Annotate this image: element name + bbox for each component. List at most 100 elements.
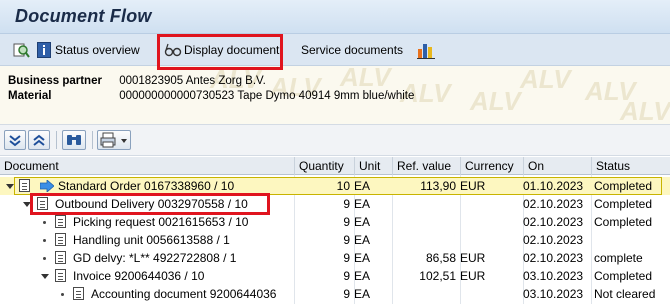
- business-partner-row: Business partner 0001823905 Antes Zorg B…: [8, 75, 266, 87]
- expand-all-icon: [9, 135, 21, 147]
- display-tool-button[interactable]: [12, 40, 30, 60]
- watermark: ALV: [470, 86, 521, 116]
- chart-button[interactable]: [417, 40, 435, 60]
- document-icon: [73, 287, 84, 300]
- find-button[interactable]: [62, 130, 86, 150]
- document-name: Handling unit 0056613588 / 1: [73, 233, 230, 247]
- document-name: Invoice 9200644036 / 10: [73, 269, 205, 283]
- document-name: Standard Order 0167338960 / 10: [58, 179, 235, 193]
- col-ref-value[interactable]: Ref. value: [392, 157, 460, 175]
- quantity: 9: [343, 197, 350, 211]
- currency: EUR: [460, 179, 486, 193]
- document-icon: [37, 197, 48, 210]
- unit: EA: [354, 197, 371, 211]
- status-overview-button[interactable]: Status overview: [37, 40, 140, 60]
- table-row[interactable]: Invoice 9200644036 / 10 9 EA 102,51 EUR …: [0, 267, 670, 285]
- collapse-toggle-icon[interactable]: [41, 274, 49, 279]
- unit: EA: [354, 179, 371, 193]
- col-document[interactable]: Document: [0, 157, 294, 175]
- title-bar: Document Flow: [0, 0, 670, 34]
- col-unit[interactable]: Unit: [354, 157, 392, 175]
- ref-value: 113,90: [420, 179, 456, 193]
- collapse-all-button[interactable]: [28, 130, 50, 150]
- table-row[interactable]: Accounting document 9200644036 9 EA 03.1…: [0, 285, 670, 303]
- unit: EA: [354, 269, 371, 283]
- table-row[interactable]: Outbound Delivery 0032970558 / 10 9 EA 0…: [0, 195, 670, 213]
- table-row[interactable]: GD delvy: *L** 4922722808 / 1 9 EA 86,58…: [0, 249, 670, 267]
- col-currency[interactable]: Currency: [460, 157, 523, 175]
- date: 01.10.2023: [523, 179, 584, 193]
- collapse-toggle-icon[interactable]: [23, 202, 31, 207]
- print-button[interactable]: [97, 130, 131, 150]
- header-info-area: ALV ALV ALV ALV ALV ALV ALV ALV Business…: [0, 66, 670, 124]
- ref-value: [392, 213, 456, 231]
- document-name: Accounting document 9200644036: [91, 287, 277, 301]
- ref-value: 86,58: [425, 251, 456, 265]
- expand-all-button[interactable]: [4, 130, 26, 150]
- table-row[interactable]: Handling unit 0056613588 / 1 9 EA 02.10.…: [0, 231, 670, 249]
- binoculars-icon: [67, 135, 81, 145]
- application-toolbar: Status overview Display document Service…: [0, 34, 670, 66]
- quantity: 9: [343, 215, 350, 229]
- material-row: Material 000000000000730523 Tape Dymo 40…: [8, 90, 414, 102]
- material-value: 000000000000730523 Tape Dymo 40914 9mm b…: [119, 90, 415, 102]
- quantity: 9: [343, 269, 350, 283]
- unit: EA: [354, 233, 371, 247]
- document-icon: [19, 179, 30, 192]
- date: 02.10.2023: [523, 251, 584, 265]
- bar-chart-icon: [417, 44, 435, 59]
- status: complete: [594, 251, 643, 265]
- status: Not cleared: [594, 287, 656, 301]
- collapse-all-icon: [33, 134, 45, 146]
- document-icon: [55, 269, 66, 282]
- table-row[interactable]: Picking request 0021615653 / 10 9 EA 02.…: [0, 213, 670, 231]
- unit: EA: [354, 215, 371, 229]
- display-document-button[interactable]: Display document: [164, 40, 279, 60]
- page-title: Document Flow: [15, 6, 152, 26]
- current-document-arrow-icon: [40, 180, 54, 192]
- quantity: 9: [343, 251, 350, 265]
- material-label: Material: [8, 90, 52, 102]
- toolbar-separator: [92, 131, 93, 149]
- unit: EA: [354, 251, 371, 265]
- col-quantity[interactable]: Quantity: [294, 157, 354, 175]
- ref-value: [392, 285, 456, 303]
- collapse-toggle-icon[interactable]: [6, 184, 14, 189]
- info-icon: [37, 42, 51, 58]
- document-icon: [55, 251, 66, 264]
- document-icon: [55, 233, 66, 246]
- service-documents-button[interactable]: Service documents: [301, 40, 403, 60]
- leaf-bullet: [43, 257, 46, 260]
- status: Completed: [594, 179, 653, 193]
- watermark: ALV: [620, 96, 670, 124]
- toolbar-separator: [56, 131, 57, 149]
- quantity: 9: [343, 287, 350, 301]
- watermark: ALV: [340, 66, 391, 92]
- leaf-bullet: [43, 221, 46, 224]
- status: Completed: [594, 269, 653, 283]
- currency: EUR: [460, 251, 486, 265]
- leaf-bullet: [43, 239, 46, 242]
- unit: EA: [354, 287, 371, 301]
- col-on[interactable]: On: [523, 157, 591, 175]
- display-tool-icon: [13, 43, 30, 58]
- ref-value: 102,51: [419, 269, 456, 283]
- table-row[interactable]: Standard Order 0167338960 / 10 10 EA 113…: [0, 177, 670, 195]
- grid-toolbar: [0, 124, 670, 156]
- document-name: Outbound Delivery 0032970558 / 10: [55, 197, 248, 211]
- service-documents-label: Service documents: [301, 43, 404, 57]
- status: Completed: [594, 197, 653, 211]
- status: Completed: [594, 215, 653, 229]
- status-overview-label: Status overview: [55, 43, 140, 57]
- date: 02.10.2023: [523, 197, 584, 211]
- col-status[interactable]: Status: [591, 157, 670, 175]
- quantity: 9: [343, 233, 350, 247]
- document-name: GD delvy: *L** 4922722808 / 1: [73, 251, 237, 265]
- grid-header: Document Quantity Unit Ref. value Curren…: [0, 157, 670, 175]
- date: 02.10.2023: [523, 215, 584, 229]
- date: 02.10.2023: [523, 233, 584, 247]
- date: 03.10.2023: [523, 269, 584, 283]
- currency: EUR: [460, 269, 486, 283]
- leaf-bullet: [61, 293, 64, 296]
- watermark: ALV: [520, 66, 571, 94]
